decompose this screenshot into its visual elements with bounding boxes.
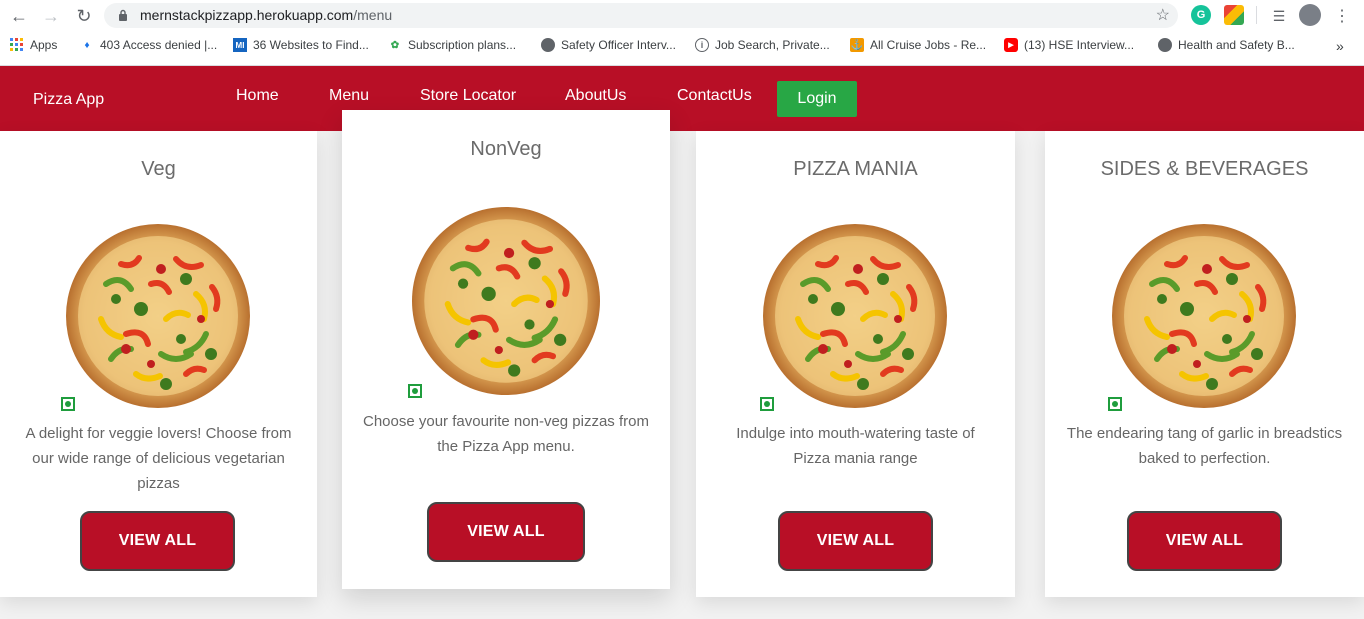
browser-chrome: ← → ↻ mernstackpizzapp.herokuapp.com/men… [0, 0, 1364, 66]
bookmark-label: All Cruise Jobs - Re... [870, 38, 987, 52]
card-title: NonVeg [470, 138, 542, 160]
kebab-menu-icon[interactable]: ⋮ [1331, 5, 1353, 27]
bookmark-label: 403 Access denied |... [100, 38, 218, 52]
veg-indicator-icon [760, 397, 774, 411]
menu-card-veg: Veg A delight for veggie lovers! Choose … [0, 131, 317, 597]
card-description: Choose your favourite non-veg pizzas fro… [363, 413, 649, 455]
lock-icon [119, 9, 127, 21]
bookmark-item[interactable]: Health and Safety B... [1158, 38, 1295, 52]
menu-card-nonveg: NonVeg Choose your favourite non-veg piz… [342, 110, 670, 589]
view-all-button[interactable]: VIEW ALL [80, 511, 235, 571]
bookmark-item[interactable]: ♦ 403 Access denied |... [80, 38, 217, 52]
bookmark-label: Apps [30, 38, 58, 52]
bookmarks-overflow-icon[interactable]: » [1336, 38, 1344, 54]
bookmark-item[interactable]: MI 36 Websites to Find... [233, 38, 369, 52]
toolbar-divider [1256, 6, 1257, 24]
bookmark-label: 36 Websites to Find... [253, 38, 369, 52]
nav-contact-us[interactable]: ContactUs [677, 87, 752, 105]
info-icon: i [695, 38, 709, 52]
anchor-icon: ⚓ [850, 38, 864, 52]
bookmark-item[interactable]: i Job Search, Private... [695, 38, 830, 52]
nav-home[interactable]: Home [236, 87, 279, 105]
veg-indicator-icon [1108, 397, 1122, 411]
menu-card-pizza-mania: PIZZA MANIA Indulge into mouth-watering … [696, 131, 1015, 597]
bookmark-star-icon[interactable]: ☆ [1156, 5, 1170, 25]
globe-icon [541, 38, 555, 52]
mi-logo-icon: MI [233, 38, 247, 52]
nav-about-us[interactable]: AboutUs [565, 87, 626, 105]
view-all-button[interactable]: VIEW ALL [778, 511, 933, 571]
nav-menu[interactable]: Menu [329, 87, 369, 105]
pizza-image [763, 224, 947, 408]
bookmark-label: Job Search, Private... [715, 38, 830, 52]
media-controls-icon[interactable]: ☰ [1268, 5, 1290, 27]
url-host: mernstackpizzapp.herokuapp.com [140, 7, 354, 23]
nav-store-locator[interactable]: Store Locator [420, 87, 516, 105]
youtube-icon: ▶ [1004, 38, 1018, 52]
card-title: SIDES & BEVERAGES [1100, 158, 1309, 180]
avatar[interactable] [1299, 4, 1321, 26]
app-header: Pizza App Home Menu Store Locator AboutU… [0, 66, 1364, 131]
leaf-icon: ✿ [390, 39, 400, 51]
bookmark-label: Subscription plans... [408, 38, 517, 52]
card-description: Indulge into mouth-watering taste of Piz… [736, 425, 975, 467]
bookmark-item[interactable]: ▶ (13) HSE Interview... [1004, 38, 1134, 52]
veg-indicator-icon [408, 384, 422, 398]
url-text: mernstackpizzapp.herokuapp.com/menu [140, 7, 392, 23]
bookmark-item[interactable]: ⚓ All Cruise Jobs - Re... [850, 38, 986, 52]
flame-icon: ♦ [84, 39, 90, 51]
grammarly-icon[interactable]: G [1191, 5, 1211, 25]
forward-arrow-icon[interactable]: → [40, 5, 62, 27]
card-description: The endearing tang of garlic in breadsti… [1066, 425, 1343, 467]
back-arrow-icon[interactable]: ← [8, 5, 30, 27]
login-button[interactable]: Login [777, 81, 857, 117]
card-title: Veg [141, 158, 176, 180]
extension-icon[interactable] [1224, 5, 1244, 25]
veg-indicator-icon [61, 397, 75, 411]
view-all-button[interactable]: VIEW ALL [1127, 511, 1282, 571]
pizza-image [412, 207, 600, 395]
card-description: A delight for veggie lovers! Choose from… [25, 425, 292, 492]
apps-grid-icon [10, 38, 24, 52]
bookmark-label: (13) HSE Interview... [1024, 38, 1135, 52]
pizza-image [1112, 224, 1296, 408]
menu-card-sides-beverages: SIDES & BEVERAGES The endearing tang of … [1045, 131, 1364, 597]
bookmarks-bar: Apps ♦ 403 Access denied |... MI 36 Webs… [0, 36, 1364, 58]
bookmark-label: Health and Safety B... [1178, 38, 1295, 52]
reload-icon[interactable]: ↻ [73, 5, 95, 27]
bookmark-apps[interactable]: Apps [10, 38, 57, 52]
bookmark-item[interactable]: Safety Officer Interv... [541, 38, 676, 52]
globe-icon [1158, 38, 1172, 52]
url-path: /menu [353, 7, 393, 23]
header-fade-overlay [342, 110, 670, 131]
address-bar[interactable]: mernstackpizzapp.herokuapp.com/menu ☆ [104, 3, 1178, 28]
card-title: PIZZA MANIA [793, 158, 918, 180]
pizza-image [66, 224, 250, 408]
bookmark-item[interactable]: ✿ Subscription plans... [388, 38, 516, 52]
view-all-button[interactable]: VIEW ALL [427, 502, 585, 562]
bookmark-label: Safety Officer Interv... [561, 38, 676, 52]
brand-logo[interactable]: Pizza App [33, 91, 104, 109]
